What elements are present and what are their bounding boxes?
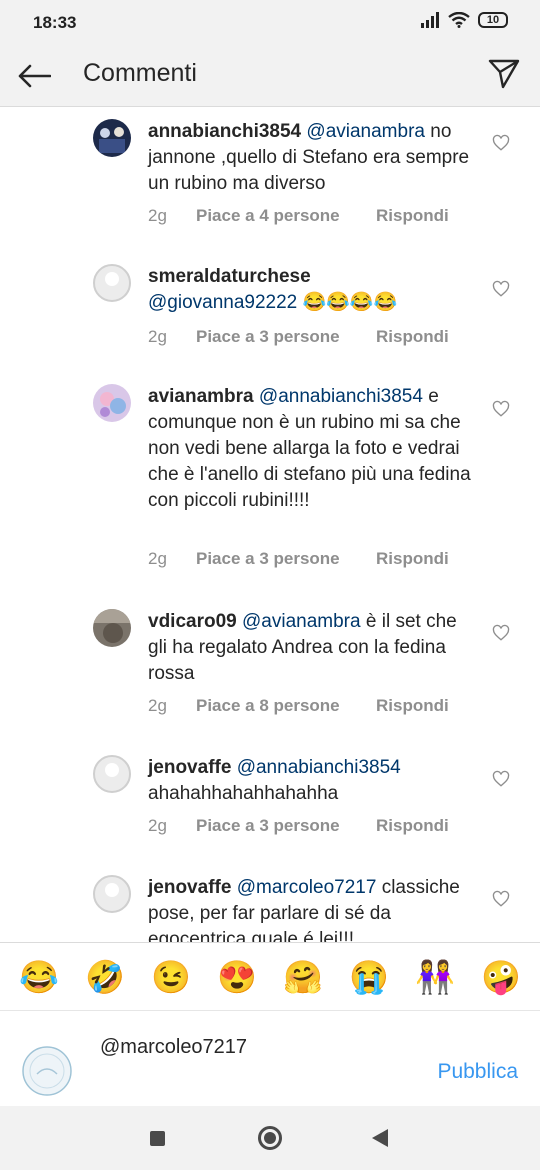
like-heart-icon[interactable] (492, 400, 510, 418)
comment-username[interactable]: annabianchi3854 (148, 121, 301, 142)
comment-age: 2g (148, 696, 167, 715)
emoji-quick-bar: 😂 🤣 😉 😍 🤗 😭 👭 🤪 (0, 942, 540, 1010)
emoji-button[interactable]: 🤗 (283, 957, 323, 997)
reply-button[interactable]: Rispondi (376, 696, 449, 716)
emoji-button[interactable]: 🤪 (481, 957, 521, 997)
signal-icon (421, 12, 439, 28)
emoji-button[interactable]: 🤣 (85, 957, 125, 997)
comment-meta: 2g Piace a 4 persone Rispondi (148, 206, 449, 226)
user-avatar[interactable] (93, 384, 131, 422)
send-icon[interactable] (484, 54, 524, 94)
comment-composer (0, 1010, 540, 1107)
comment-username[interactable]: avianambra (148, 386, 254, 407)
reply-button[interactable]: Rispondi (376, 816, 449, 836)
emoji-button[interactable]: 😉 (151, 957, 191, 997)
comment-likes[interactable]: Piace a 3 persone (196, 327, 376, 347)
comment-body: @giovanna92222 😂😂😂😂 (148, 292, 398, 313)
status-bar: 18:33 10 (0, 0, 540, 46)
my-avatar (22, 1046, 72, 1096)
comment-age: 2g (148, 816, 167, 835)
comment-mention[interactable]: @avianambra (242, 611, 361, 632)
reply-button[interactable]: Rispondi (376, 549, 449, 569)
nav-back-icon[interactable] (372, 1129, 388, 1147)
like-heart-icon[interactable] (492, 624, 510, 642)
comment-age: 2g (148, 327, 167, 346)
comment-meta: 2g Piace a 3 persone Rispondi (148, 549, 449, 569)
home-icon[interactable] (258, 1126, 282, 1150)
like-heart-icon[interactable] (492, 280, 510, 298)
comment-text: vdicaro09 @avianambra è il set che gli h… (148, 609, 478, 687)
publish-button[interactable]: Pubblica (437, 1060, 518, 1084)
app-bar: Commenti (0, 46, 540, 107)
emoji-button[interactable]: 👭 (415, 957, 455, 997)
like-heart-icon[interactable] (492, 770, 510, 788)
comment-likes[interactable]: Piace a 3 persone (196, 549, 376, 569)
comment-text: avianambra @annabianchi3854 e comunque n… (148, 384, 478, 514)
like-heart-icon[interactable] (492, 134, 510, 152)
comment-username[interactable]: vdicaro09 (148, 611, 237, 632)
user-avatar[interactable] (93, 264, 131, 302)
comment-mention[interactable]: @annabianchi3854 (259, 386, 423, 407)
like-heart-icon[interactable] (492, 890, 510, 908)
comment-text: jenovaffe @marcoleo7217 classiche pose, … (148, 875, 478, 942)
comment-meta: 2g Piace a 3 persone Rispondi (148, 327, 449, 347)
comment-text: smeraldaturchese @giovanna92222 😂😂😂😂 (148, 264, 478, 316)
comment-text: jenovaffe @annabianchi3854 ahahahhahahha… (148, 755, 478, 807)
emoji-button[interactable]: 😭 (349, 957, 389, 997)
comment-mention[interactable]: @marcoleo7217 (237, 877, 377, 898)
comment-body: ahahahhahahhahahha (148, 783, 339, 804)
user-avatar[interactable] (93, 755, 131, 793)
comment-mention[interactable]: @avianambra (306, 121, 425, 142)
comment-username[interactable]: smeraldaturchese (148, 266, 311, 287)
recents-icon[interactable] (150, 1131, 165, 1146)
comment-username[interactable]: jenovaffe (148, 757, 231, 778)
back-arrow-icon[interactable] (14, 56, 54, 96)
comment-mention[interactable]: @annabianchi3854 (237, 757, 401, 778)
comment-age: 2g (148, 549, 167, 568)
emoji-button[interactable]: 😂 (19, 957, 59, 997)
page-title: Commenti (83, 59, 197, 87)
emoji-button[interactable]: 😍 (217, 957, 257, 997)
reply-button[interactable]: Rispondi (376, 206, 449, 226)
user-avatar[interactable] (93, 119, 131, 157)
comment-list[interactable]: annabianchi3854 @avianambra no jannone ,… (0, 107, 540, 942)
comment-meta: 2g Piace a 3 persone Rispondi (148, 816, 449, 836)
comment-likes[interactable]: Piace a 8 persone (196, 696, 376, 716)
user-avatar[interactable] (93, 609, 131, 647)
comment-likes[interactable]: Piace a 3 persone (196, 816, 376, 836)
comment-text: annabianchi3854 @avianambra no jannone ,… (148, 119, 478, 197)
comment-age: 2g (148, 206, 167, 225)
comment-input[interactable]: @marcoleo7217 (100, 1036, 247, 1059)
comment-username[interactable]: jenovaffe (148, 877, 231, 898)
comment-likes[interactable]: Piace a 4 persone (196, 206, 376, 226)
battery-icon: 10 (478, 12, 508, 28)
wifi-icon (448, 12, 470, 28)
reply-button[interactable]: Rispondi (376, 327, 449, 347)
status-icons: 10 (420, 12, 508, 28)
status-time: 18:33 (33, 13, 77, 32)
user-avatar[interactable] (93, 875, 131, 913)
comment-meta: 2g Piace a 8 persone Rispondi (148, 696, 449, 716)
